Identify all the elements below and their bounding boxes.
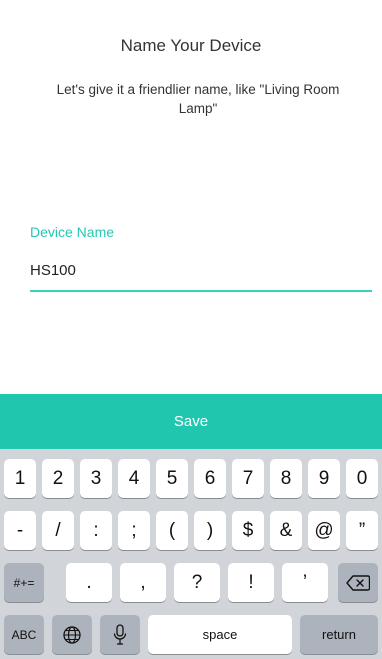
abc-key[interactable]: ABC <box>4 615 44 654</box>
backspace-icon <box>346 574 370 591</box>
key-1[interactable]: 1 <box>4 459 36 498</box>
key-colon[interactable]: : <box>80 511 112 550</box>
key-hyphen[interactable]: - <box>4 511 36 550</box>
symbols-toggle-key[interactable]: #+= <box>4 563 44 602</box>
key-6[interactable]: 6 <box>194 459 226 498</box>
key-exclamation[interactable]: ! <box>228 563 274 602</box>
key-7[interactable]: 7 <box>232 459 264 498</box>
name-device-screen: Name Your Device Let's give it a friendl… <box>0 0 382 659</box>
globe-key[interactable] <box>52 615 92 654</box>
key-period[interactable]: . <box>66 563 112 602</box>
key-question[interactable]: ? <box>174 563 220 602</box>
key-apostrophe[interactable]: ’ <box>282 563 328 602</box>
page-subtitle: Let's give it a friendlier name, like "L… <box>56 82 340 116</box>
key-open-paren[interactable]: ( <box>156 511 188 550</box>
key-close-paren[interactable]: ) <box>194 511 226 550</box>
return-key[interactable]: return <box>300 615 378 654</box>
globe-icon <box>62 625 82 645</box>
device-name-underline <box>30 290 372 292</box>
key-5[interactable]: 5 <box>156 459 188 498</box>
key-dollar[interactable]: $ <box>232 511 264 550</box>
key-8[interactable]: 8 <box>270 459 302 498</box>
key-quote[interactable]: ” <box>346 511 378 550</box>
key-9[interactable]: 9 <box>308 459 340 498</box>
key-slash[interactable]: / <box>42 511 74 550</box>
device-name-label: Device Name <box>30 224 115 240</box>
page-title: Name Your Device <box>120 36 262 55</box>
microphone-icon <box>113 623 127 646</box>
key-4[interactable]: 4 <box>118 459 150 498</box>
save-button[interactable]: Save <box>0 394 382 449</box>
key-comma[interactable]: , <box>120 563 166 602</box>
key-ampersand[interactable]: & <box>270 511 302 550</box>
key-at[interactable]: @ <box>308 511 340 550</box>
key-3[interactable]: 3 <box>80 459 112 498</box>
space-key[interactable]: space <box>148 615 292 654</box>
key-2[interactable]: 2 <box>42 459 74 498</box>
dictation-key[interactable] <box>100 615 140 654</box>
key-0[interactable]: 0 <box>346 459 378 498</box>
key-semicolon[interactable]: ; <box>118 511 150 550</box>
backspace-key[interactable] <box>338 563 378 602</box>
device-name-input[interactable] <box>30 255 370 285</box>
keyboard: 1 2 3 4 5 6 7 8 9 0 - / : ; ( ) $ & @ ” … <box>0 449 382 659</box>
